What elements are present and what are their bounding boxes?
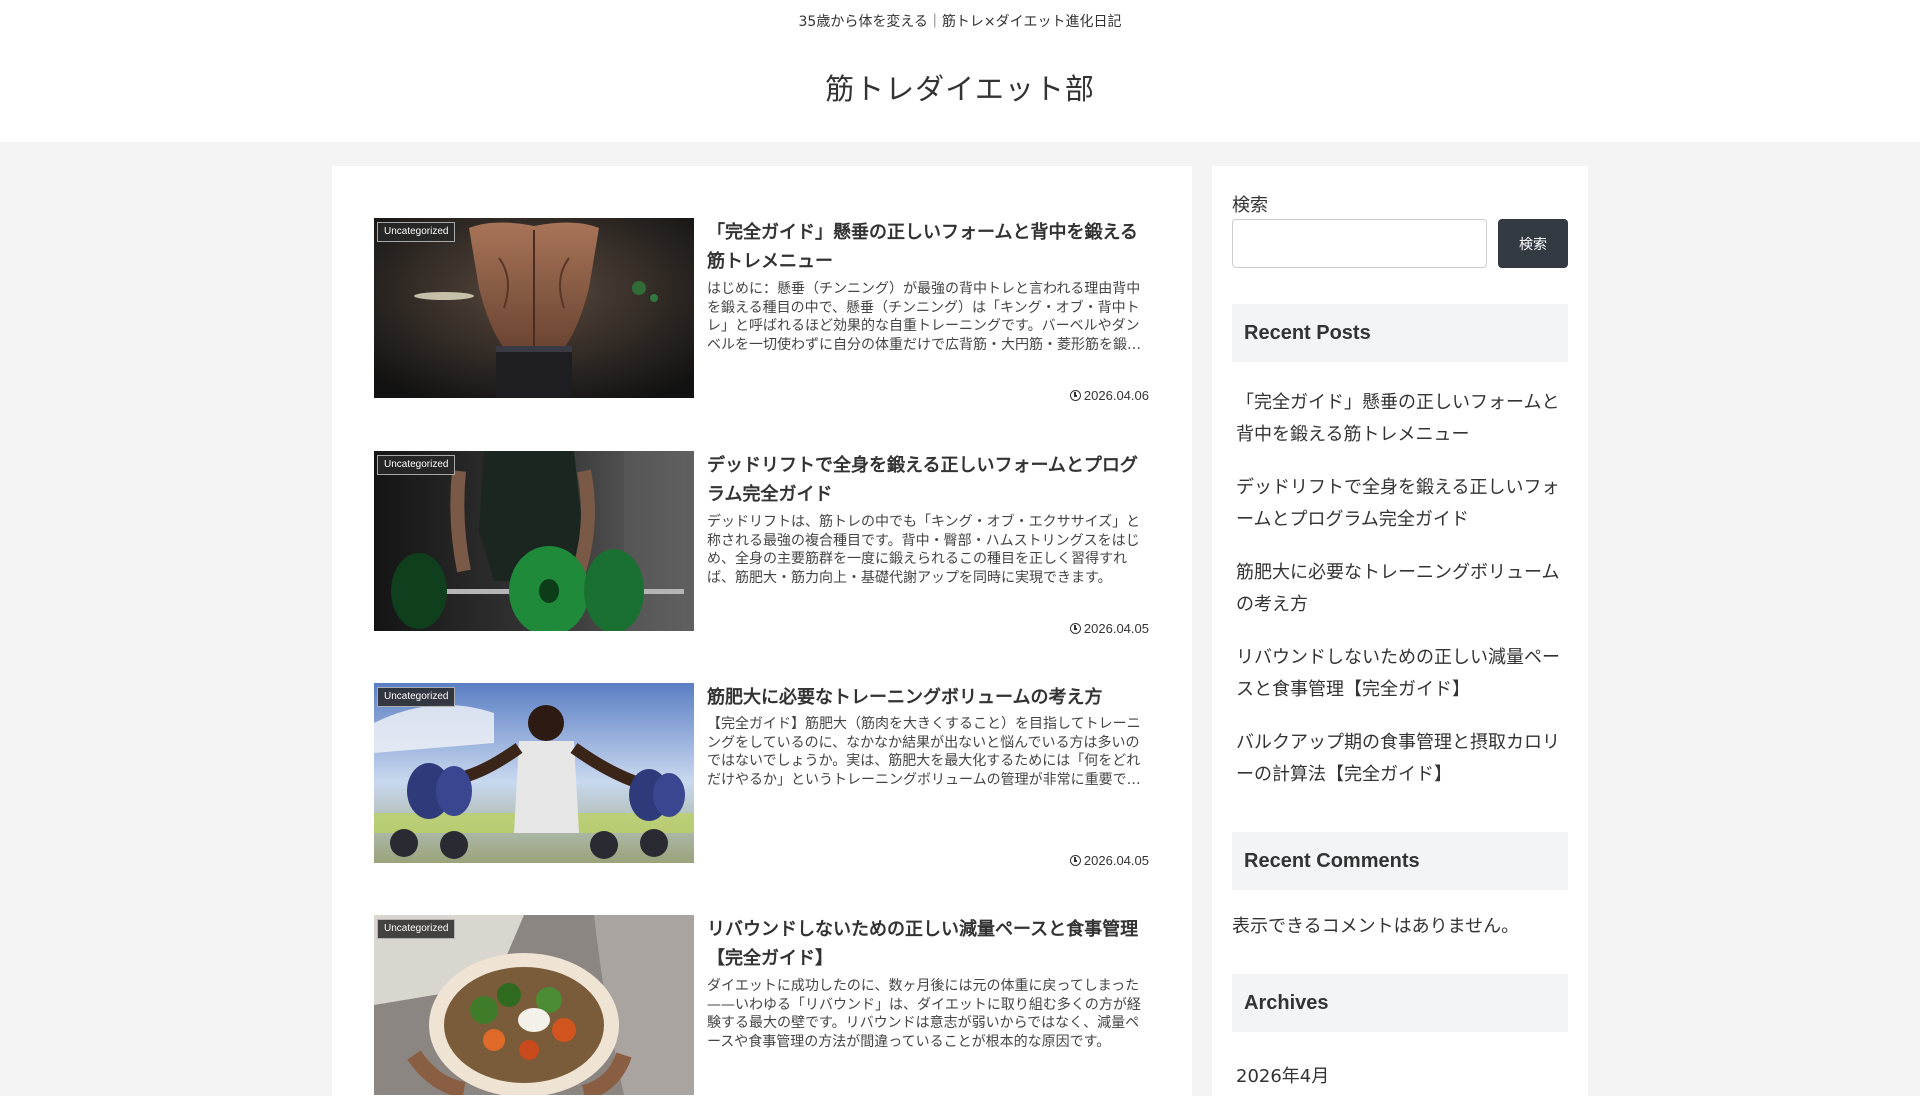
site-tagline: 35歳から体を変える｜筋トレ×ダイエット進化日記: [798, 14, 1122, 30]
recent-post-link[interactable]: リバウンドしないための正しい減量ペースと食事管理【完全ガイド】: [1236, 642, 1566, 706]
post-date: 2026.04.06: [1069, 388, 1149, 403]
category-label[interactable]: Uncategorized: [377, 222, 456, 242]
site-header: 35歳から体を変える｜筋トレ×ダイエット進化日記 筋トレダイエット部: [0, 0, 1920, 142]
recent-posts-heading: Recent Posts: [1232, 304, 1568, 362]
dumbbell-photo-icon: [374, 683, 694, 863]
post-title[interactable]: 筋肥大に必要なトレーニングボリュームの考え方: [707, 683, 1152, 712]
post-card[interactable]: Uncategorized リバウンドしないための正しい減量ペースと食事管理【完…: [374, 915, 1149, 1095]
clock-icon: [1069, 390, 1081, 401]
clock-icon: [1069, 855, 1081, 866]
post-title[interactable]: リバウンドしないための正しい減量ペースと食事管理【完全ガイド】: [707, 915, 1152, 973]
archive-link[interactable]: 2026年4月: [1236, 1062, 1329, 1088]
back-muscles-photo-icon: [374, 218, 694, 398]
search-input[interactable]: [1232, 219, 1487, 268]
recent-comments-heading: Recent Comments: [1232, 832, 1568, 890]
post-date: 2026.04.05: [1069, 621, 1149, 636]
site-title-link[interactable]: 筋トレダイエット部: [0, 66, 1920, 108]
post-title[interactable]: 「完全ガイド」懸垂の正しいフォームと背中を鍛える筋トレメニュー: [707, 218, 1152, 276]
salad-bowl-photo-icon: [374, 915, 694, 1095]
post-snippet: デッドリフトは、筋トレの中でも「キング・オブ・エクササイズ」と称される最強の複合…: [707, 514, 1141, 586]
search-button[interactable]: 検索: [1498, 219, 1568, 268]
post-snippet: 【完全ガイド】筋肥大（筋肉を大きくすること）を目指してトレーニングをしているのに…: [707, 716, 1141, 788]
search-label: 検索: [1232, 195, 1268, 216]
post-thumbnail[interactable]: Uncategorized: [374, 451, 694, 631]
post-thumbnail[interactable]: Uncategorized: [374, 218, 694, 398]
post-snippet: ダイエットに成功したのに、数ヶ月後には元の体重に戻ってしまった——いわゆる「リバ…: [707, 978, 1141, 1050]
clock-icon: [1069, 623, 1081, 634]
post-card[interactable]: Uncategorized 「完全ガイド」懸垂の正しいフォームと背中を鍛える筋ト…: [374, 218, 1152, 403]
post-date: 2026.04.05: [1069, 853, 1149, 868]
post-thumbnail[interactable]: Uncategorized: [374, 915, 694, 1095]
post-list: Uncategorized 「完全ガイド」懸垂の正しいフォームと背中を鍛える筋ト…: [332, 166, 1192, 1096]
post-card[interactable]: Uncategorized 筋肥大に必要なトレーニングボリュームの考え方 【完全…: [374, 683, 1152, 868]
recent-post-link[interactable]: 「完全ガイド」懸垂の正しいフォームと背中を鍛える筋トレメニュー: [1236, 387, 1566, 451]
recent-post-link[interactable]: デッドリフトで全身を鍛える正しいフォームとプログラム完全ガイド: [1236, 472, 1566, 536]
category-label[interactable]: Uncategorized: [377, 687, 456, 707]
post-title[interactable]: デッドリフトで全身を鍛える正しいフォームとプログラム完全ガイド: [707, 451, 1152, 509]
category-label[interactable]: Uncategorized: [377, 455, 456, 475]
deadlift-photo-icon: [374, 451, 694, 631]
recent-post-link[interactable]: バルクアップ期の食事管理と摂取カロリーの計算法【完全ガイド】: [1236, 727, 1566, 791]
post-snippet: はじめに：懸垂（チンニング）が最強の背中トレと言われる理由背中を鍛える種目の中で…: [707, 281, 1141, 353]
post-thumbnail[interactable]: Uncategorized: [374, 683, 694, 863]
archives-heading: Archives: [1232, 974, 1568, 1032]
category-label[interactable]: Uncategorized: [377, 919, 456, 939]
post-card[interactable]: Uncategorized デッドリフトで全身を鍛える正しいフォームとプログラム…: [374, 451, 1152, 636]
sidebar: 検索 検索 Recent Posts 「完全ガイド」懸垂の正しいフォームと背中を…: [1212, 166, 1588, 1096]
recent-post-link[interactable]: 筋肥大に必要なトレーニングボリュームの考え方: [1236, 557, 1566, 621]
no-comments-text: 表示できるコメントはありません。: [1232, 916, 1520, 937]
